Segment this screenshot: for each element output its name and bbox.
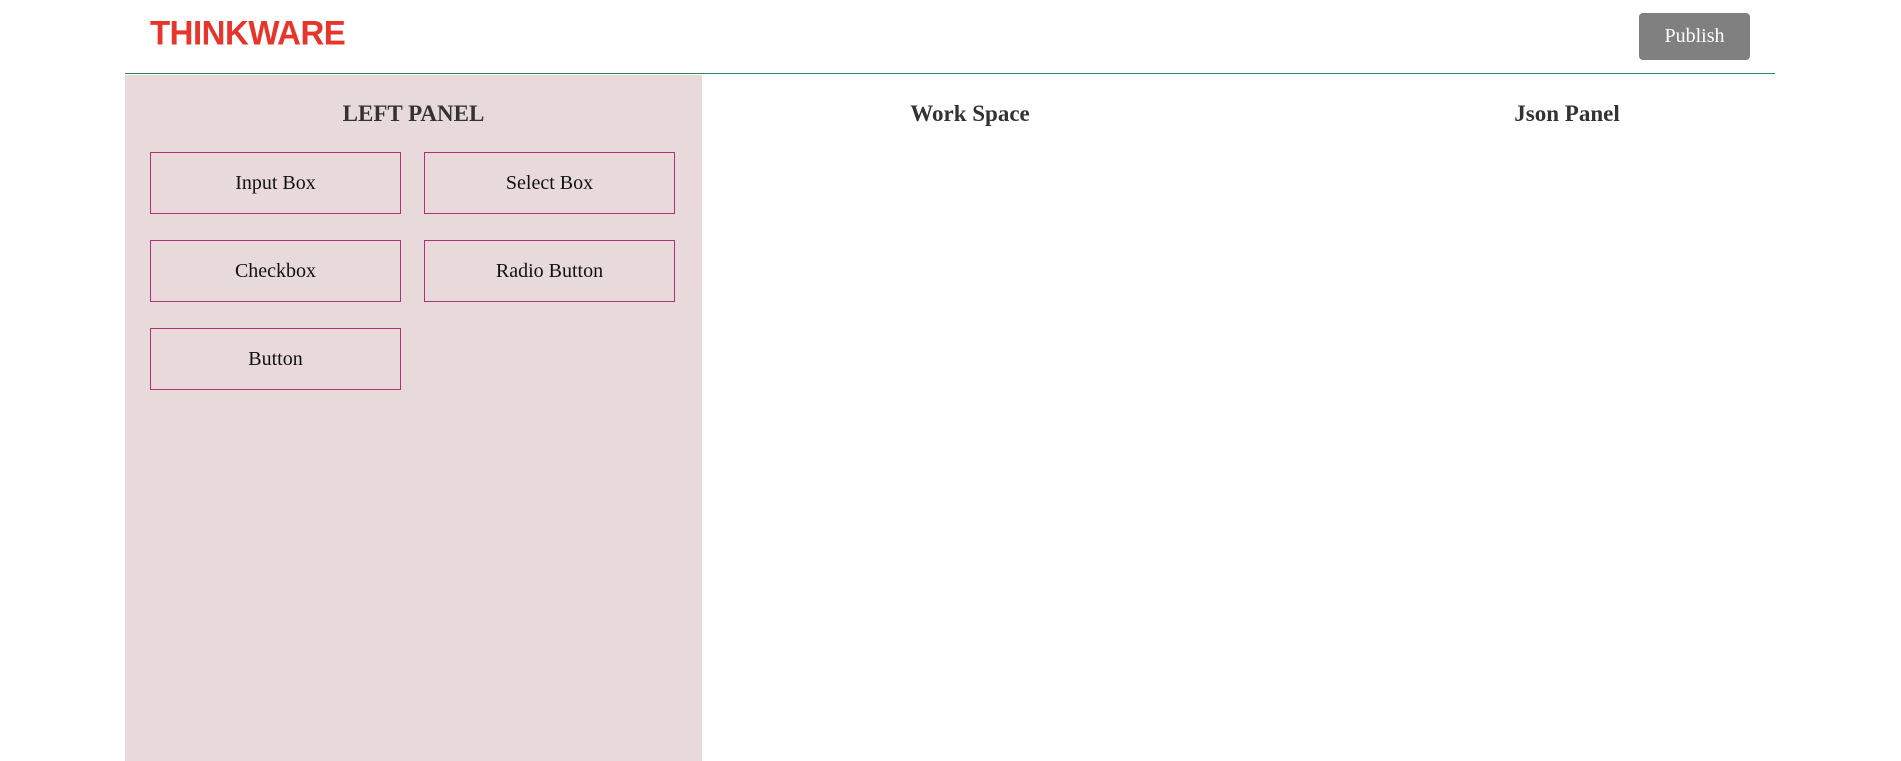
thinkware-logo[interactable]: THINKWARE: [150, 15, 346, 50]
tool-select-box[interactable]: Select Box: [424, 152, 675, 214]
header: THINKWARE Publish: [125, 0, 1775, 74]
app-container: THINKWARE Publish LEFT PANEL Input Box S…: [125, 0, 1775, 761]
publish-button[interactable]: Publish: [1639, 13, 1750, 60]
left-panel: LEFT PANEL Input Box Select Box Checkbox…: [125, 75, 702, 761]
left-panel-title: LEFT PANEL: [342, 101, 485, 126]
tool-checkbox[interactable]: Checkbox: [150, 240, 401, 302]
tool-radio-button[interactable]: Radio Button: [424, 240, 675, 302]
workspace-title: Work Space: [910, 101, 1030, 126]
tool-button[interactable]: Button: [150, 328, 401, 390]
tool-input-box[interactable]: Input Box: [150, 152, 401, 214]
json-panel-title: Json Panel: [1514, 101, 1620, 126]
